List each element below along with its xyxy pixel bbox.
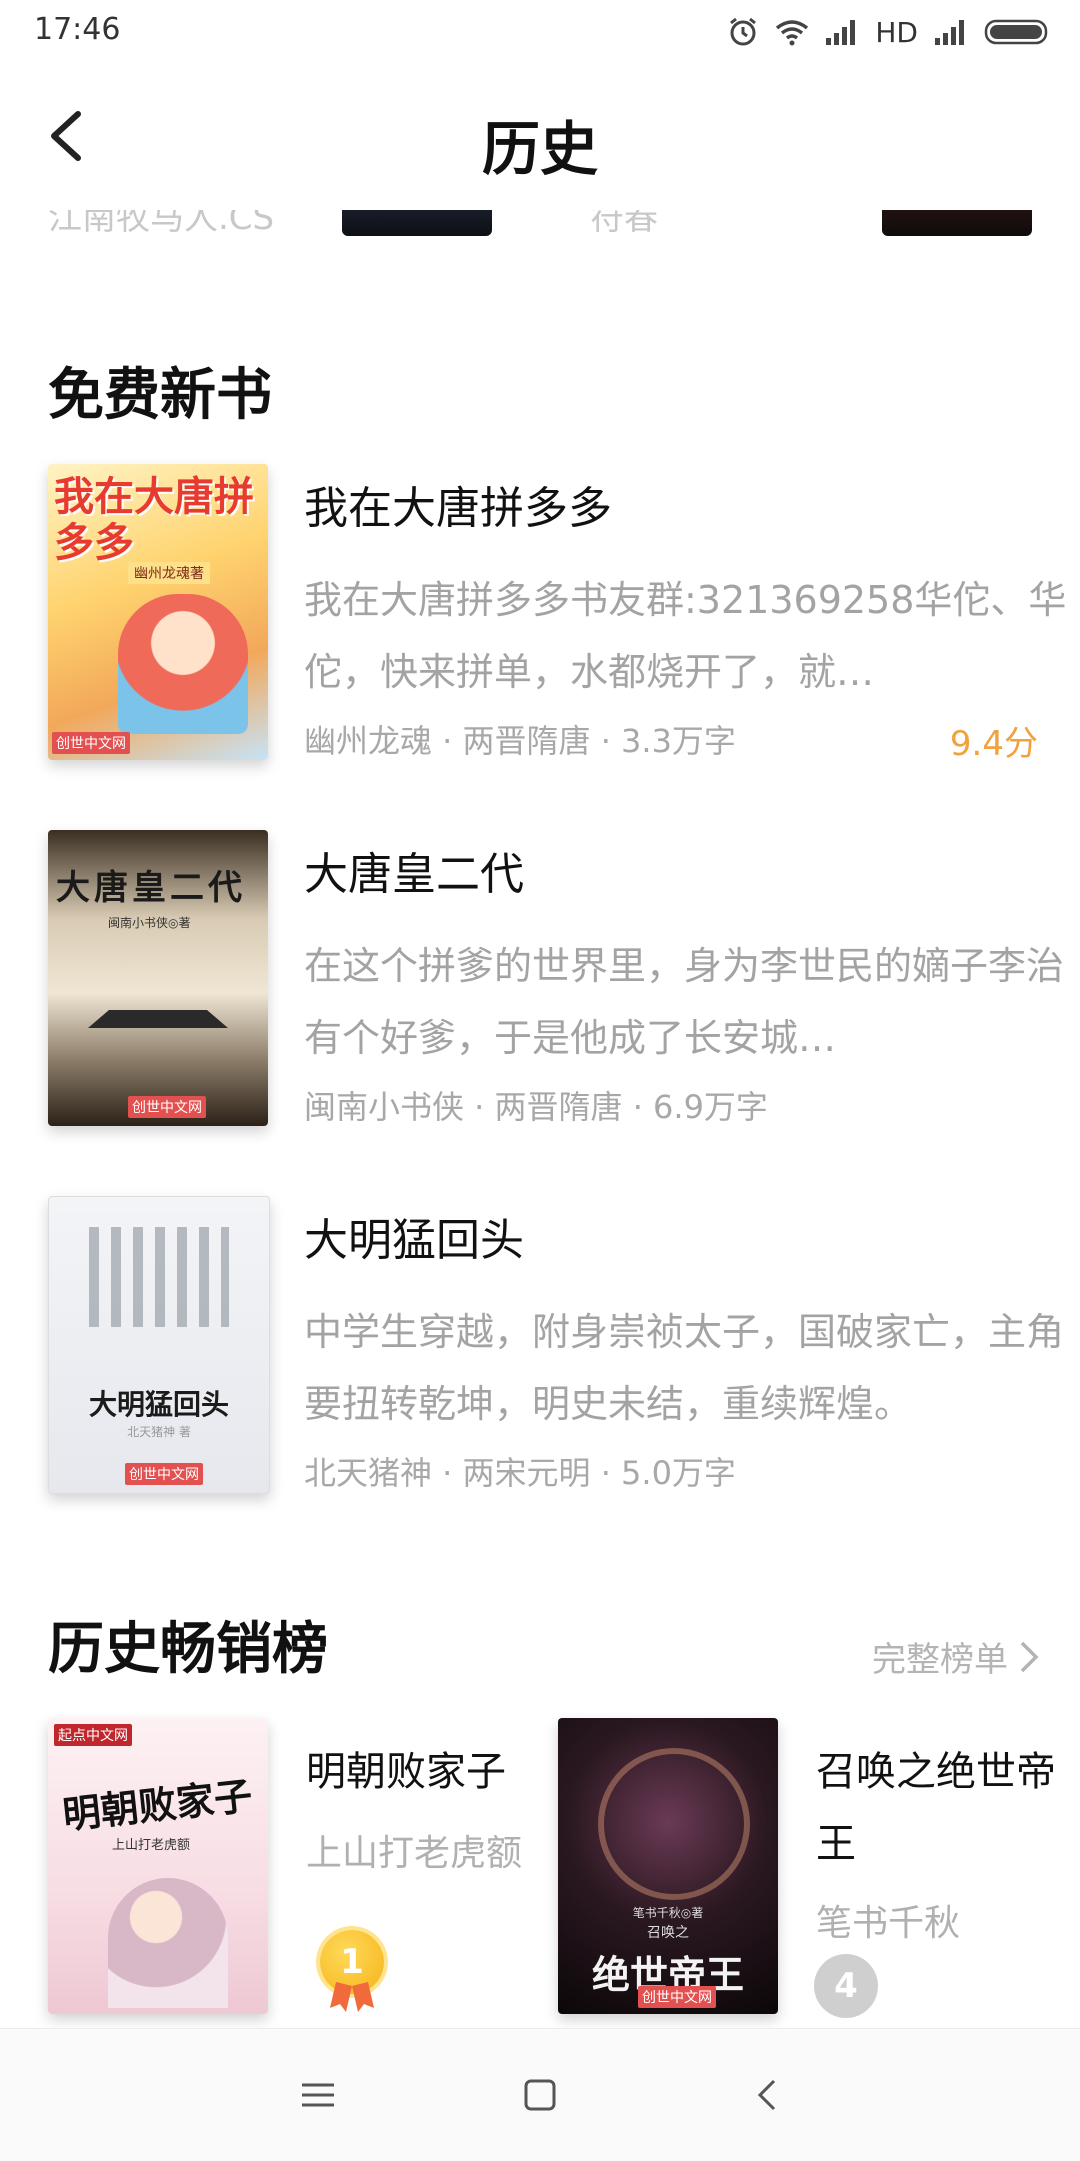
- book-description: 中学生穿越，附身崇祯太子，国破家亡，主角要扭转乾坤，明史未结，重续辉煌。: [304, 1310, 1065, 1426]
- system-nav-bar: [0, 2028, 1080, 2161]
- book-item[interactable]: 大唐皇二代 闽南小书侠◎著 创世中文网 大唐皇二代 在这个拼爹的世界里，身为李世…: [48, 830, 1064, 1130]
- menu-icon[interactable]: [288, 2065, 348, 2125]
- cover-subtitle: 北天猪神 著: [127, 1425, 191, 1439]
- section-title-bestseller: 历史畅销榜: [48, 1616, 328, 1682]
- book-item[interactable]: 我在大唐拼多多 幽州龙魂著 创世中文网 我在大唐拼多多 我在大唐拼多多书友群:3…: [48, 464, 1066, 764]
- cover-title-text: 明朝败家子: [60, 1772, 255, 1838]
- book-title[interactable]: 大明猛回头: [304, 1204, 524, 1268]
- book-score: 9.4分: [949, 724, 1038, 764]
- cover-publisher-logo: 起点中文网: [54, 1724, 132, 1746]
- book-title[interactable]: 大唐皇二代: [304, 838, 524, 902]
- medal-ribbon-icon: [330, 1982, 374, 2012]
- cover-publisher-logo: 创世中文网: [125, 1463, 203, 1485]
- alarm-icon: [730, 17, 757, 46]
- book-meta: 北天猪神 · 两宋元明 · 5.0万字: [304, 1454, 736, 1492]
- status-bar: 17:46 HD: [0, 0, 1080, 66]
- ranking-author: 笔书千秋: [816, 1903, 961, 1944]
- wifi-icon: [776, 20, 809, 46]
- cover-art: [88, 1010, 228, 1028]
- signal-icon-2: [935, 20, 964, 45]
- book-title[interactable]: 我在大唐拼多多: [304, 472, 612, 536]
- cover-subtitle: 闽南小书侠◎著: [108, 916, 191, 930]
- cover-publisher-logo: 创世中文网: [52, 732, 130, 754]
- full-ranking-label: 完整榜单: [872, 1640, 1008, 1680]
- book-cover[interactable]: 大唐皇二代 闽南小书侠◎著 创世中文网: [48, 830, 268, 1126]
- cover-title-text: 大明猛回头: [88, 1388, 229, 1421]
- ranking-title[interactable]: 召唤之绝世帝王: [816, 1736, 1056, 1880]
- book-description: 在这个拼爹的世界里，身为李世民的嫡子李治有个好爹，于是他成了长安城…: [304, 944, 1065, 1060]
- network-type-label: HD: [875, 15, 918, 49]
- book-cover[interactable]: 大明猛回头 北天猪神 著 创世中文网: [48, 1196, 270, 1494]
- signal-icon: [826, 20, 856, 45]
- book-cover[interactable]: 起点中文网 明朝败家子 上山打老虎额: [48, 1718, 268, 2014]
- battery-icon: [984, 19, 1048, 45]
- cover-title-text: 大唐皇二代: [56, 868, 246, 908]
- book-cover[interactable]: 笔书千秋◎著 召唤之 绝世帝王 创世中文网: [558, 1718, 778, 2014]
- book-meta: 幽州龙魂 · 两晋隋唐 · 3.3万字: [304, 722, 736, 760]
- ranking-author: 上山打老虎额: [306, 1833, 523, 1874]
- cover-art: [118, 594, 248, 734]
- book-meta: 闽南小书侠 · 两晋隋唐 · 6.9万字: [304, 1088, 768, 1126]
- rank-badge: 4: [814, 1954, 878, 2018]
- section-title-free-new: 免费新书: [48, 362, 272, 428]
- cover-subtitle: 上山打老虎额: [112, 1838, 191, 1853]
- ranking-title[interactable]: 明朝败家子: [306, 1736, 546, 1808]
- ranking-item[interactable]: 笔书千秋◎著 召唤之 绝世帝王 创世中文网 召唤之绝世帝王 笔书千秋 4: [558, 1718, 1058, 2018]
- full-ranking-link[interactable]: 完整榜单: [872, 1632, 1040, 1681]
- status-icons: HD: [727, 14, 1050, 50]
- book-cover[interactable]: 我在大唐拼多多 幽州龙魂著 创世中文网: [48, 464, 268, 760]
- page-title: 历史: [481, 115, 598, 183]
- cover-title-text: 我在大唐拼多多: [54, 473, 254, 566]
- cover-publisher-logo: 创世中文网: [638, 1986, 716, 2008]
- cover-art: [89, 1227, 229, 1327]
- cover-art: [598, 1748, 750, 1900]
- cover-top-text: 召唤之: [647, 1925, 689, 1941]
- cover-art: [108, 1878, 228, 2008]
- cover-subtitle: 笔书千秋◎著: [632, 1906, 704, 1920]
- home-icon[interactable]: [510, 2065, 570, 2125]
- top-header: 历史: [0, 66, 1080, 210]
- cover-publisher-logo: 创世中文网: [128, 1096, 206, 1118]
- back-nav-icon[interactable]: [738, 2065, 798, 2125]
- book-description: 我在大唐拼多多书友群:321369258华佗、华佗，快来拼单，水都烧开了，就…: [304, 578, 1067, 694]
- cover-subtitle: 幽州龙魂著: [128, 562, 210, 584]
- status-time: 17:46: [34, 12, 121, 47]
- chevron-right-icon: [1020, 1641, 1039, 1672]
- ranking-item[interactable]: 起点中文网 明朝败家子 上山打老虎额 明朝败家子 上山打老虎额 1: [48, 1718, 548, 2018]
- book-item[interactable]: 大明猛回头 北天猪神 著 创世中文网 大明猛回头 中学生穿越，附身崇祯太子，国破…: [48, 1196, 1064, 1496]
